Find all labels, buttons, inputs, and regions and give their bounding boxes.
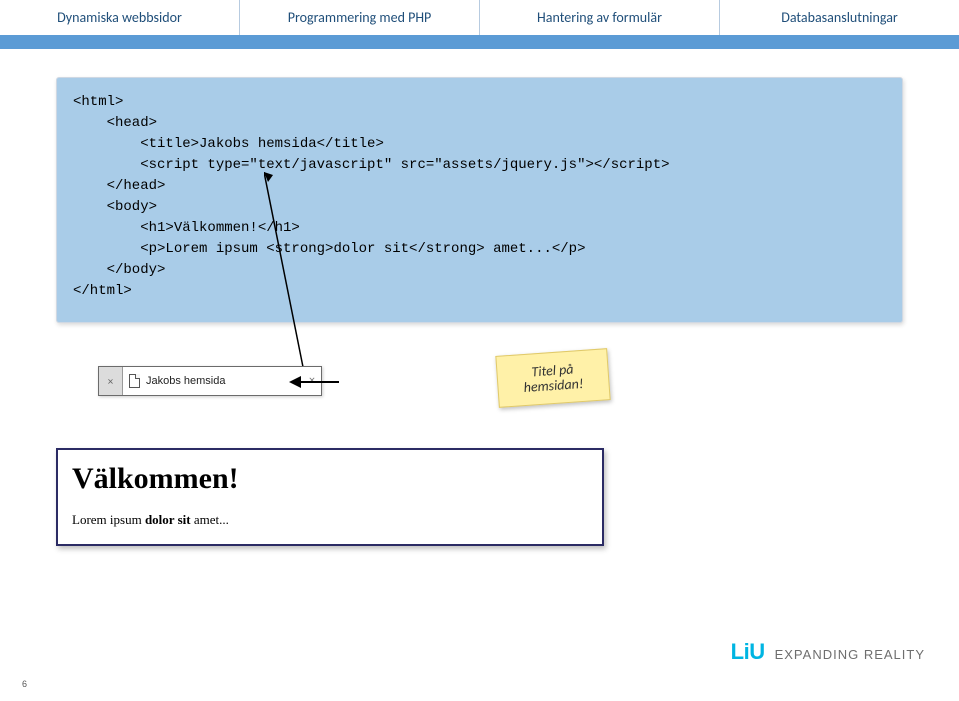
code-line: </head> <box>73 178 165 194</box>
sticky-note: Titel på hemsidan! <box>495 348 610 408</box>
code-line: <title>Jakobs hemsida</title> <box>73 136 384 152</box>
ghost-tab: × <box>99 367 123 395</box>
close-icon: × <box>108 375 113 388</box>
code-line: </html> <box>73 283 132 299</box>
code-line: </body> <box>73 262 165 278</box>
arrow-indicator-icon <box>289 370 339 394</box>
tab-dynamic-webpages[interactable]: Dynamiska webbsidor <box>0 0 239 35</box>
rendered-page-panel: Välkommen! Lorem ipsum dolor sit amet... <box>56 448 604 546</box>
rendered-paragraph: Lorem ipsum dolor sit amet... <box>72 512 588 528</box>
tab-label: Dynamiska webbsidor <box>57 9 182 26</box>
code-line: <p>Lorem ipsum <strong>dolor sit</strong… <box>73 241 585 257</box>
browser-tab-label: Jakobs hemsida <box>146 375 226 387</box>
tab-database-connections[interactable]: Databasanslutningar <box>719 0 959 35</box>
code-line: <head> <box>73 115 157 131</box>
text-bold: dolor sit <box>145 512 191 527</box>
rendered-heading: Välkommen! <box>72 462 588 496</box>
code-line: <h1>Välkommen!</h1> <box>73 220 300 236</box>
text-pre: Lorem ipsum <box>72 512 145 527</box>
code-line: <body> <box>73 199 157 215</box>
code-line: <script type="text/javascript" src="asse… <box>73 157 670 173</box>
tab-label: Programmering med PHP <box>288 9 432 26</box>
page-number: 6 <box>22 679 27 689</box>
tab-label: Databasanslutningar <box>781 9 898 26</box>
liu-logo: LiU <box>731 639 765 665</box>
tab-label: Hantering av formulär <box>537 9 662 26</box>
document-icon <box>129 374 140 388</box>
tab-php-programming[interactable]: Programmering med PHP <box>239 0 479 35</box>
footer-brand: LiU EXPANDING REALITY <box>731 639 925 665</box>
text-post: amet... <box>191 512 229 527</box>
code-line: <html> <box>73 94 123 110</box>
header-tabs: Dynamiska webbsidor Programmering med PH… <box>0 0 959 35</box>
liu-tagline: EXPANDING REALITY <box>775 647 925 662</box>
code-panel: <html> <head> <title>Jakobs hemsida</tit… <box>56 77 903 323</box>
sticky-line: hemsidan! <box>523 375 584 396</box>
tab-form-handling[interactable]: Hantering av formulär <box>479 0 719 35</box>
tab-underline <box>0 35 959 49</box>
